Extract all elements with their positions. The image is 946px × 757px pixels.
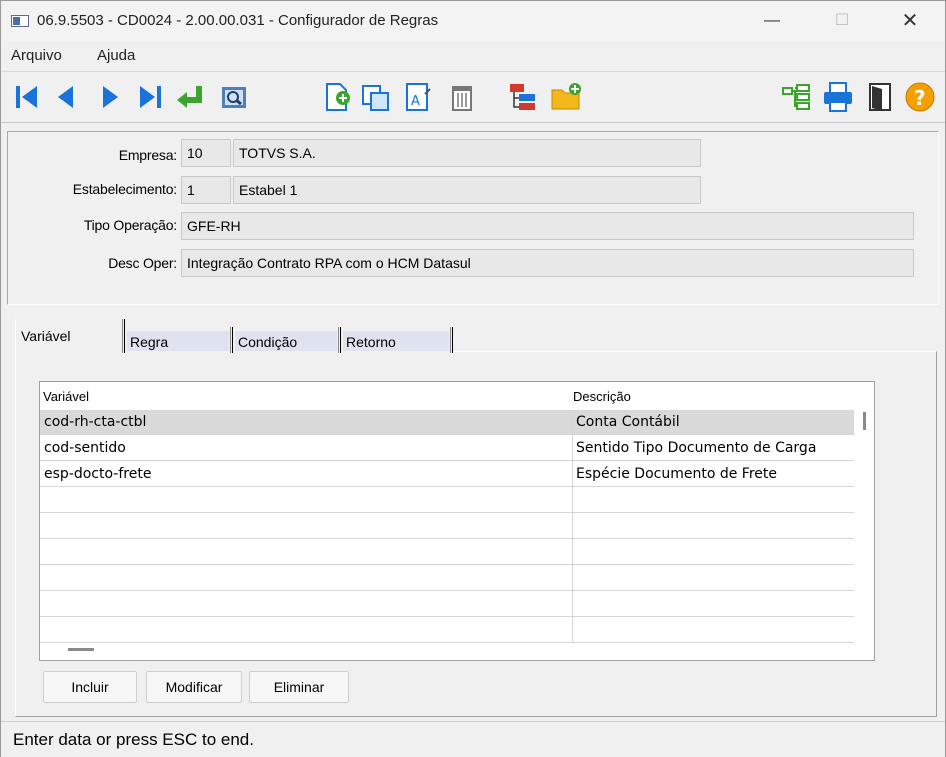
table-row[interactable]: cod-sentido Sentido Tipo Documento de Ca… xyxy=(40,436,873,461)
next-icon[interactable] xyxy=(93,80,127,114)
last-icon[interactable] xyxy=(133,80,167,114)
print-icon[interactable] xyxy=(821,80,855,114)
tab-variavel-label: Variável xyxy=(18,325,121,345)
tab-retorno[interactable]: Retorno xyxy=(341,319,453,355)
eliminar-button[interactable]: Eliminar xyxy=(249,671,349,703)
empty-row[interactable] xyxy=(40,514,873,539)
column-separator xyxy=(572,410,573,642)
empty-row[interactable] xyxy=(40,488,873,513)
menu-arquivo[interactable]: Arquivo xyxy=(11,47,62,64)
app-window: 06.9.5503 - CD0024 - 2.00.00.031 - Confi… xyxy=(0,0,946,757)
desc-oper-field[interactable]: Integração Contrato RPA com o HCM Datasu… xyxy=(181,249,914,277)
goto-icon[interactable] xyxy=(173,80,207,114)
empresa-code-field[interactable]: 10 xyxy=(181,139,231,167)
close-button[interactable]: ✕ xyxy=(895,7,925,35)
edit-icon[interactable]: A xyxy=(401,80,435,114)
menu-bar: Arquivo Ajuda xyxy=(1,41,945,69)
vertical-scroll-thumb[interactable] xyxy=(863,412,866,430)
new-icon[interactable] xyxy=(319,80,353,114)
empty-row[interactable] xyxy=(40,566,873,591)
column-header-variavel[interactable]: Variável xyxy=(40,382,570,408)
delete-icon[interactable] xyxy=(445,80,479,114)
estabelecimento-name-field: Estabel 1 xyxy=(233,176,701,204)
estabelecimento-label: Estabelecimento: xyxy=(72,181,177,197)
empty-row[interactable] xyxy=(40,618,873,643)
cell-variavel: cod-rh-cta-ctbl xyxy=(44,414,147,430)
cell-descricao: Conta Contábil xyxy=(576,414,680,430)
minimize-button[interactable]: — xyxy=(757,7,787,35)
tree-list-icon[interactable] xyxy=(779,80,813,114)
variables-grid[interactable]: Variável Descrição cod-rh-cta-ctbl Conta… xyxy=(39,381,875,661)
tab-separator xyxy=(450,327,453,353)
tab-retorno-label: Retorno xyxy=(343,331,449,351)
modificar-button[interactable]: Modificar xyxy=(146,671,242,703)
table-row[interactable]: cod-rh-cta-ctbl Conta Contábil xyxy=(40,410,873,435)
vertical-scrollbar[interactable] xyxy=(854,382,874,660)
tree-icon[interactable] xyxy=(507,80,541,114)
horizontal-scroll-thumb[interactable] xyxy=(68,648,94,651)
desc-oper-label: Desc Oper: xyxy=(108,255,177,271)
help-icon[interactable]: ? xyxy=(903,80,937,114)
new-folder-icon[interactable] xyxy=(549,80,583,114)
tab-regra[interactable]: Regra xyxy=(125,319,233,355)
empresa-name-field: TOTVS S.A. xyxy=(233,139,701,167)
column-header-descricao[interactable]: Descrição xyxy=(570,382,870,408)
tipo-operacao-field[interactable]: GFE-RH xyxy=(181,212,914,240)
cell-descricao: Sentido Tipo Documento de Carga xyxy=(576,440,817,456)
incluir-button[interactable]: Incluir xyxy=(43,671,137,703)
toolbar: A ? xyxy=(1,71,945,123)
status-text: Enter data or press ESC to end. xyxy=(13,730,254,749)
search-icon[interactable] xyxy=(217,80,251,114)
status-bar: Enter data or press ESC to end. xyxy=(1,721,945,757)
cell-variavel: esp-docto-frete xyxy=(44,466,152,482)
table-row[interactable]: esp-docto-frete Espécie Documento de Fre… xyxy=(40,462,873,487)
maximize-button[interactable]: ☐ xyxy=(827,7,857,35)
help-glyph: ? xyxy=(914,86,926,110)
tab-variavel[interactable]: Variável xyxy=(15,319,125,355)
exit-icon[interactable] xyxy=(863,80,897,114)
empty-row[interactable] xyxy=(40,540,873,565)
app-icon xyxy=(11,15,29,27)
svg-text:A: A xyxy=(411,94,420,109)
first-icon[interactable] xyxy=(11,80,45,114)
tipo-operacao-label: Tipo Operação: xyxy=(83,217,177,233)
tab-regra-label: Regra xyxy=(127,331,229,351)
copy-icon[interactable] xyxy=(359,80,393,114)
estabelecimento-code-field[interactable]: 1 xyxy=(181,176,231,204)
empresa-label: Empresa: xyxy=(118,147,178,163)
tab-condicao-label: Condição xyxy=(235,331,337,351)
window-title: 06.9.5503 - CD0024 - 2.00.00.031 - Confi… xyxy=(37,12,439,29)
title-bar: 06.9.5503 - CD0024 - 2.00.00.031 - Confi… xyxy=(1,1,945,41)
cell-descricao: Espécie Documento de Frete xyxy=(576,466,777,482)
tab-condicao[interactable]: Condição xyxy=(233,319,341,355)
previous-icon[interactable] xyxy=(49,80,83,114)
tab-separator xyxy=(122,319,125,353)
cell-variavel: cod-sentido xyxy=(44,440,126,456)
empty-row[interactable] xyxy=(40,592,873,617)
menu-ajuda[interactable]: Ajuda xyxy=(97,47,135,64)
